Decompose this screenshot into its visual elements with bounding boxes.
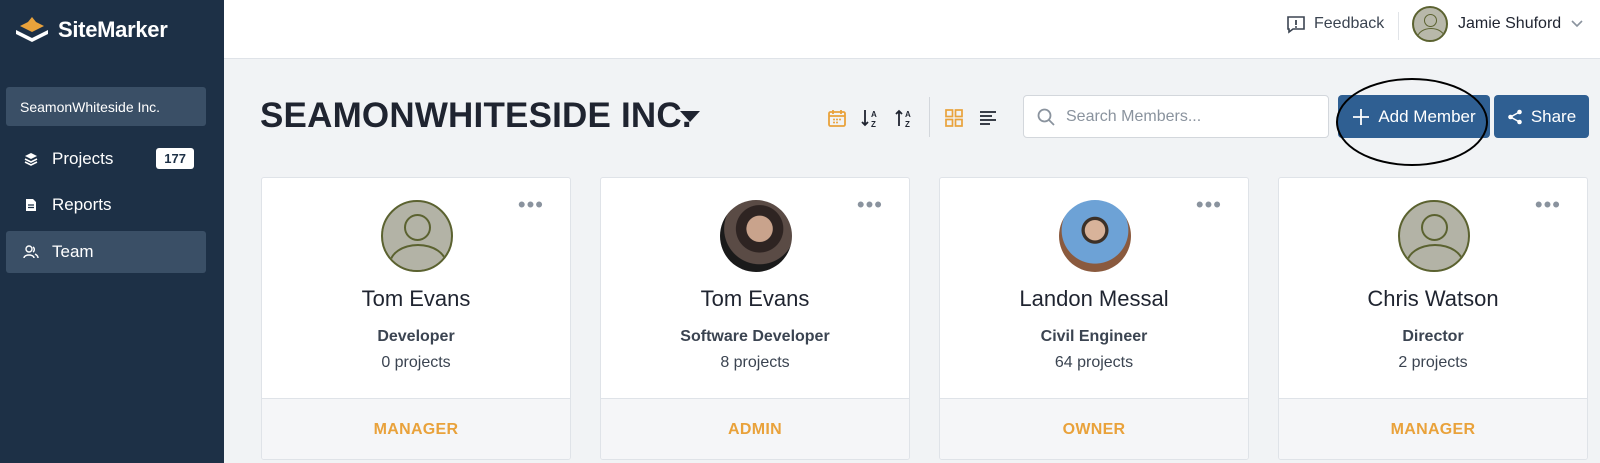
- avatar: [1059, 200, 1131, 272]
- avatar: [720, 200, 792, 272]
- sidebar-item-projects[interactable]: Projects 177: [6, 138, 206, 180]
- share-icon: [1508, 109, 1522, 124]
- add-member-button[interactable]: Add Member: [1338, 95, 1490, 138]
- caret-down-icon[interactable]: [680, 111, 700, 122]
- member-role: Civil Engineer: [1040, 328, 1148, 345]
- member-role: Director: [1402, 328, 1464, 345]
- sidebar-item-team[interactable]: Team: [6, 231, 206, 273]
- sidebar-item-label: Reports: [52, 195, 112, 214]
- list-view-icon[interactable]: [974, 104, 1002, 132]
- member-role: Software Developer: [680, 328, 830, 345]
- user-menu[interactable]: Jamie Shuford: [1412, 5, 1583, 43]
- layers-icon: [22, 150, 40, 168]
- org-selector[interactable]: SeamonWhiteside Inc.: [6, 87, 206, 126]
- share-button[interactable]: Share: [1494, 95, 1589, 138]
- member-project-count: 2 projects: [1398, 354, 1468, 371]
- member-card[interactable]: ••• Tom Evans Developer 0 projects MANAG…: [261, 177, 571, 460]
- member-card[interactable]: ••• Tom Evans Software Developer 8 proje…: [600, 177, 910, 460]
- more-options-icon[interactable]: •••: [857, 194, 883, 216]
- feedback-icon: [1287, 15, 1305, 34]
- member-name: Chris Watson: [1367, 286, 1499, 311]
- team-icon: [22, 243, 40, 261]
- avatar: [381, 200, 453, 272]
- chevron-down-icon: [1571, 20, 1583, 28]
- more-options-icon[interactable]: •••: [1196, 194, 1222, 216]
- document-icon: [22, 196, 40, 214]
- share-label: Share: [1530, 106, 1577, 126]
- page-title: SEAMONWHITESIDE INC.: [260, 96, 692, 135]
- member-permission[interactable]: OWNER: [940, 398, 1248, 459]
- search-box: [1023, 95, 1329, 138]
- member-card[interactable]: ••• Landon Messal Civil Engineer 64 proj…: [939, 177, 1249, 460]
- toolbar-divider: [929, 97, 930, 137]
- projects-count-badge: 177: [156, 148, 194, 169]
- sort-descending-icon[interactable]: AZ: [891, 104, 919, 132]
- svg-text:A: A: [871, 110, 877, 119]
- search-input[interactable]: [1066, 107, 1316, 126]
- avatar: [1398, 200, 1470, 272]
- member-project-count: 64 projects: [1054, 354, 1134, 371]
- member-card[interactable]: ••• Chris Watson Director 2 projects MAN…: [1278, 177, 1588, 460]
- more-options-icon[interactable]: •••: [1535, 194, 1561, 216]
- member-project-count: 8 projects: [720, 354, 790, 371]
- sort-ascending-icon[interactable]: AZ: [857, 104, 885, 132]
- avatar: [1412, 6, 1448, 42]
- top-bar: Feedback Jamie Shuford: [224, 0, 1600, 59]
- more-options-icon[interactable]: •••: [518, 194, 544, 216]
- member-name: Tom Evans: [700, 286, 810, 311]
- svg-text:Z: Z: [871, 120, 876, 129]
- member-permission[interactable]: MANAGER: [1279, 398, 1587, 459]
- grid-view-icon[interactable]: [940, 104, 968, 132]
- member-role: Developer: [377, 328, 455, 345]
- sidebar-item-label: Projects: [52, 149, 114, 168]
- sitemarker-logo-icon: [16, 17, 48, 42]
- topbar-divider: [1398, 12, 1399, 40]
- add-member-label: Add Member: [1378, 106, 1476, 126]
- member-project-count: 0 projects: [381, 354, 451, 371]
- sidebar: SiteMarker SeamonWhiteside Inc. Projects…: [0, 0, 224, 463]
- member-permission[interactable]: MANAGER: [262, 398, 570, 459]
- svg-text:A: A: [905, 110, 911, 119]
- member-name: Landon Messal: [1019, 286, 1169, 311]
- calendar-icon[interactable]: [823, 104, 851, 132]
- plus-icon: [1353, 108, 1370, 125]
- sidebar-item-label: Team: [52, 242, 94, 261]
- feedback-label: Feedback: [1314, 15, 1385, 32]
- user-name: Jamie Shuford: [1458, 15, 1562, 32]
- sidebar-item-reports[interactable]: Reports: [6, 184, 206, 226]
- search-icon: [1037, 108, 1055, 126]
- svg-text:Z: Z: [905, 120, 910, 129]
- feedback-link[interactable]: Feedback: [1286, 12, 1384, 36]
- app-logo[interactable]: SiteMarker: [14, 14, 168, 46]
- member-name: Tom Evans: [361, 286, 471, 311]
- member-permission[interactable]: ADMIN: [601, 398, 909, 459]
- app-name: SiteMarker: [58, 17, 168, 42]
